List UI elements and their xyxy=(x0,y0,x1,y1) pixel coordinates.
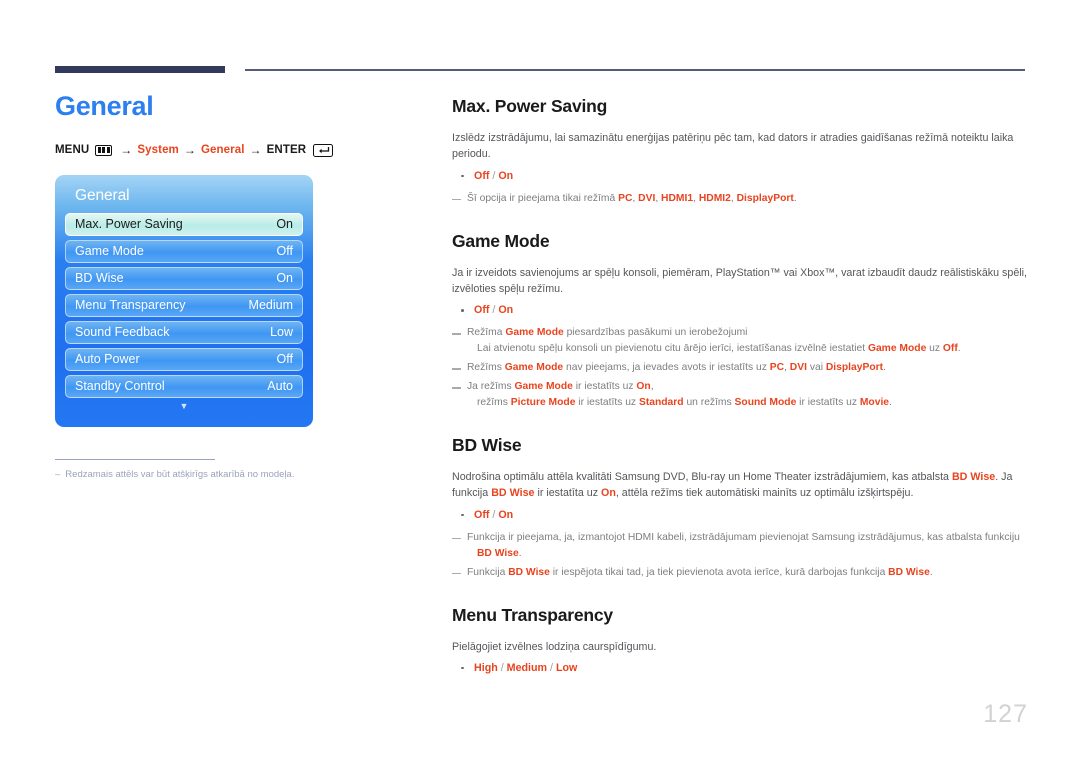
right-column: Max. Power Saving Izslēdz izstrādājumu, … xyxy=(452,96,1030,701)
chevron-down-icon[interactable]: ▼ xyxy=(65,401,303,411)
option-value: On xyxy=(498,304,514,317)
osd-row-label: Game Mode xyxy=(75,244,144,259)
option-item: Off / On xyxy=(452,302,1030,319)
option-item: Off / On xyxy=(452,168,1030,185)
osd-row-value: On xyxy=(276,217,293,232)
option-value: High xyxy=(474,661,498,674)
section-note: Šī opcija ir pieejama tikai režīmā PC, D… xyxy=(452,191,1030,207)
section-note: Funkcija BD Wise ir iespējota tikai tad,… xyxy=(452,565,1030,581)
breadcrumb-step-system: System xyxy=(137,144,179,157)
osd-row-menu-transparency[interactable]: Menu Transparency Medium xyxy=(65,293,303,317)
header-decoration xyxy=(0,0,1080,80)
footnote-divider xyxy=(55,458,215,460)
osd-row-label: Standby Control xyxy=(75,379,165,394)
section-max-power-saving: Max. Power Saving Izslēdz izstrādājumu, … xyxy=(452,96,1030,207)
section-body: Izslēdz izstrādājumu, lai samazinātu ene… xyxy=(452,132,1014,161)
osd-row-value: Off xyxy=(276,352,293,367)
option-list: Off / On xyxy=(452,168,1030,185)
breadcrumb-step-general: General xyxy=(201,144,245,157)
osd-row-label: Auto Power xyxy=(75,352,140,367)
osd-row-bd-wise[interactable]: BD Wise On xyxy=(65,266,303,290)
option-list: Off / On xyxy=(452,507,1030,524)
page-number: 127 xyxy=(983,700,1028,728)
section-heading: Menu Transparency xyxy=(452,604,613,625)
osd-row-value: Auto xyxy=(267,379,293,394)
panel-footnote: – Redzamais attēls var būt atšķirīgs atk… xyxy=(55,458,355,481)
option-value: Medium xyxy=(506,661,548,674)
section-body: Ja ir izveidots savienojums ar spēļu kon… xyxy=(452,266,1028,295)
osd-row-standby-control[interactable]: Standby Control Auto xyxy=(65,374,303,398)
option-value: Low xyxy=(555,661,578,674)
section-note: Režīms Game Mode nav pieejams, ja ievade… xyxy=(452,360,1030,376)
section-bd-wise: BD Wise Nodrošina optimālu attēla kvalit… xyxy=(452,435,1030,581)
enter-return-icon xyxy=(313,143,334,157)
breadcrumb-arrow-1: → xyxy=(120,143,133,158)
header-rule-thin xyxy=(245,69,1025,71)
section-heading: Game Mode xyxy=(452,230,550,251)
osd-row-auto-power[interactable]: Auto Power Off xyxy=(65,347,303,371)
section-note: Funkcija ir pieejama, ja, izmantojot HDM… xyxy=(452,530,1030,562)
osd-row-label: Max. Power Saving xyxy=(75,217,183,232)
section-heading: BD Wise xyxy=(452,435,522,456)
breadcrumb: MENU → System → General → ENTER xyxy=(55,143,415,158)
footnote-text: Redzamais attēls var būt atšķirīgs atkar… xyxy=(65,468,295,480)
breadcrumb-arrow-2: → xyxy=(183,143,196,158)
osd-row-value: Low xyxy=(270,325,293,340)
section-menu-transparency: Menu Transparency Pielāgojiet izvēlnes l… xyxy=(452,605,1030,677)
osd-row-label: BD Wise xyxy=(75,271,124,286)
section-note: Režīma Game Mode piesardzības pasākumi u… xyxy=(452,325,1030,357)
osd-row-sound-feedback[interactable]: Sound Feedback Low xyxy=(65,320,303,344)
osd-row-value: Off xyxy=(276,244,293,259)
option-value: On xyxy=(498,508,514,521)
option-value: Off xyxy=(474,508,490,521)
breadcrumb-arrow-3: → xyxy=(249,143,262,158)
osd-menu-panel[interactable]: General Max. Power Saving On Game Mode O… xyxy=(55,174,313,427)
breadcrumb-enter-label: ENTER xyxy=(266,144,307,157)
osd-row-value: On xyxy=(276,271,293,286)
option-value: Off xyxy=(474,304,490,317)
option-value: Off xyxy=(474,169,490,182)
option-item: High / Medium / Low xyxy=(452,660,1030,677)
osd-row-label: Sound Feedback xyxy=(75,325,170,340)
option-list: High / Medium / Low xyxy=(452,660,1030,677)
osd-row-label: Menu Transparency xyxy=(75,298,186,313)
section-body: Pielāgojiet izvēlnes lodziņa caurspīdīgu… xyxy=(452,640,657,653)
page-title: General xyxy=(55,91,154,121)
option-list: Off / On xyxy=(452,302,1030,319)
option-item: Off / On xyxy=(452,507,1030,524)
osd-row-value: Medium xyxy=(248,298,293,313)
breadcrumb-menu-label: MENU xyxy=(55,144,90,157)
osd-row-max-power-saving[interactable]: Max. Power Saving On xyxy=(65,212,303,236)
section-game-mode: Game Mode Ja ir izveidots savienojums ar… xyxy=(452,231,1030,411)
osd-row-game-mode[interactable]: Game Mode Off xyxy=(65,239,303,263)
left-column: General MENU → System → General → ENTER … xyxy=(55,91,415,481)
section-note: Ja režīms Game Mode ir iestatīts uz On, … xyxy=(452,379,1030,411)
section-heading: Max. Power Saving xyxy=(452,96,608,116)
menu-bars-icon xyxy=(95,144,113,156)
option-value: On xyxy=(498,169,514,182)
header-rule-thick xyxy=(55,66,225,73)
footnote-dash: – xyxy=(55,468,61,480)
osd-panel-title: General xyxy=(75,186,130,204)
section-body: Nodrošina optimālu attēla kvalitāti Sams… xyxy=(452,471,1013,500)
